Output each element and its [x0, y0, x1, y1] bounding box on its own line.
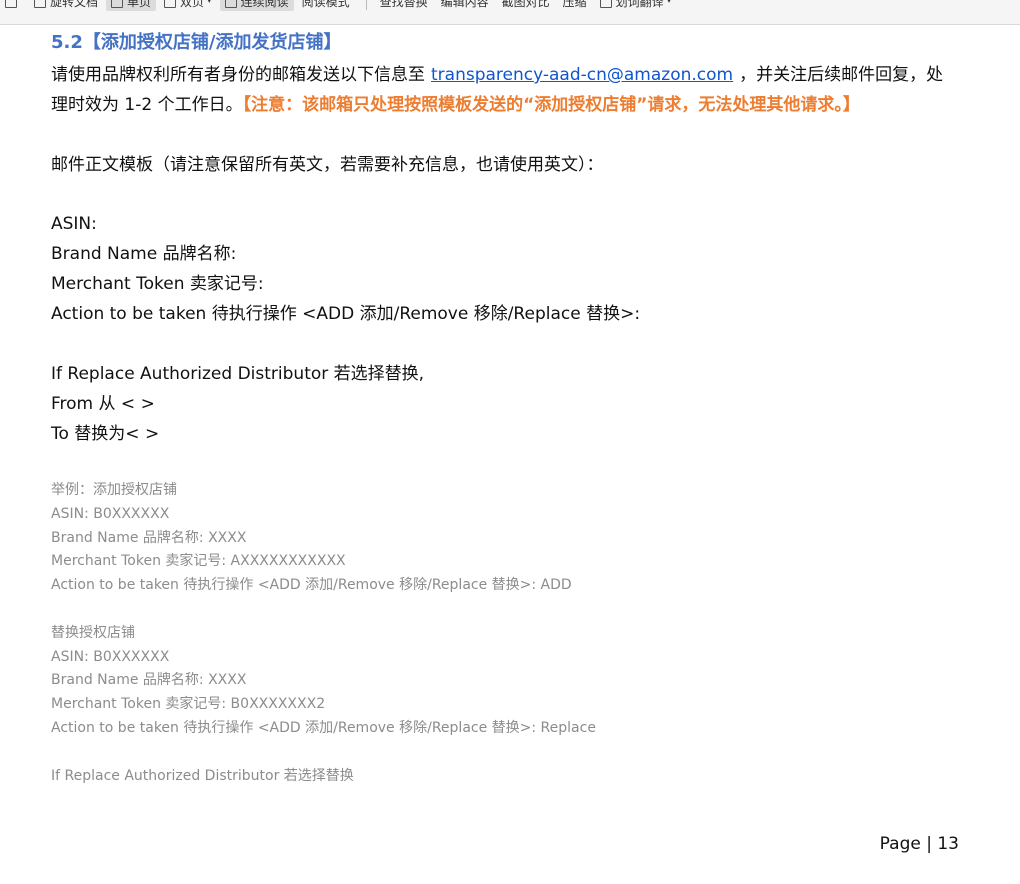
- continuous-read-button[interactable]: 连续阅读: [219, 0, 294, 11]
- template-from: From 从 < >: [51, 394, 155, 414]
- rotate-prev-button[interactable]: [0, 0, 26, 11]
- rotate-doc-label: 旋转文档: [50, 0, 99, 9]
- edit-content-button[interactable]: 编辑内容: [436, 0, 494, 11]
- section-heading: 5.2【添加授权店铺/添加发货店铺】: [51, 32, 342, 53]
- screenshot-compare-label: 截图对比: [501, 0, 550, 9]
- template-replace: If Replace Authorized Distributor 若选择替换,: [51, 364, 425, 384]
- toolbar-divider: [365, 0, 367, 10]
- translate-icon: [599, 0, 612, 8]
- document-page: 5.2【添加授权店铺/添加发货店铺】 请使用品牌权利所有者身份的邮箱发送以下信息…: [51, 30, 951, 788]
- intro-prefix: 请使用品牌权利所有者身份的邮箱发送以下信息至: [51, 65, 425, 85]
- template-brand: Brand Name 品牌名称:: [51, 244, 237, 264]
- example2-action: Action to be taken 待执行操作 <ADD 添加/Remove …: [51, 719, 596, 736]
- page-number: Page | 13: [879, 834, 959, 854]
- single-page-button[interactable]: 单页: [106, 0, 157, 11]
- compress-button[interactable]: 压缩: [558, 0, 592, 11]
- compress-label: 压缩: [562, 0, 587, 9]
- double-page-button[interactable]: 双页 ▾: [159, 0, 217, 11]
- warning-note: 【注意：该邮箱只处理按照模板发送的“添加授权店铺”请求，无法处理其他请求。】: [242, 95, 860, 115]
- rotate-doc-icon: [34, 0, 46, 8]
- find-replace-label: 查找替换: [379, 0, 428, 9]
- rotate-icon: [5, 0, 17, 8]
- email-link[interactable]: transparency-aad-cn@amazon.com: [431, 65, 733, 85]
- example2-brand: Brand Name 品牌名称: XXXX: [51, 672, 247, 689]
- example2-merchant: Merchant Token 卖家记号: B0XXXXXXX2: [51, 696, 326, 713]
- single-page-label: 单页: [127, 0, 152, 9]
- example2-asin: ASIN: B0XXXXXX: [51, 648, 170, 665]
- template-to: To 替换为< >: [51, 424, 160, 444]
- template-merchant: Merchant Token 卖家记号:: [51, 274, 264, 294]
- toolbar: 旋转文档 单页 双页 ▾ 连续阅读 阅读模式 查找替换 编辑内容 截图对比 压缩 …: [0, 0, 1020, 25]
- rotate-doc-button[interactable]: 旋转文档: [29, 0, 103, 11]
- continuous-read-icon: [224, 0, 237, 8]
- chevron-down-icon: ▾: [666, 0, 672, 6]
- find-replace-button[interactable]: 查找替换: [375, 0, 433, 11]
- example2-title: 替换授权店铺: [51, 624, 135, 641]
- double-page-label: 双页: [180, 0, 205, 9]
- reading-mode-button[interactable]: 阅读模式: [297, 0, 355, 11]
- example1-action: Action to be taken 待执行操作 <ADD 添加/Remove …: [51, 577, 572, 594]
- word-translate-label: 划词翻译: [615, 0, 664, 9]
- example1-asin: ASIN: B0XXXXXX: [51, 505, 170, 522]
- chevron-down-icon: ▾: [207, 0, 212, 6]
- example1-title: 举例：添加授权店铺: [51, 482, 177, 498]
- edit-content-label: 编辑内容: [440, 0, 489, 9]
- example2-replace: If Replace Authorized Distributor 若选择替换: [51, 767, 354, 784]
- double-page-icon: [164, 0, 177, 8]
- continuous-read-label: 连续阅读: [240, 0, 289, 9]
- screenshot-compare-button[interactable]: 截图对比: [497, 0, 555, 11]
- intro-paragraph: 请使用品牌权利所有者身份的邮箱发送以下信息至 transparency-aad-c…: [51, 60, 951, 120]
- reading-mode-label: 阅读模式: [301, 0, 350, 9]
- toolbar-items: 旋转文档 单页 双页 ▾ 连续阅读 阅读模式 查找替换 编辑内容 截图对比 压缩 …: [0, 0, 679, 11]
- word-translate-button[interactable]: 划词翻译 ▾: [595, 0, 677, 11]
- example1-brand: Brand Name 品牌名称: XXXX: [51, 529, 247, 546]
- template-title: 邮件正文模板（请注意保留所有英文，若需要补充信息，也请使用英文）：: [51, 155, 604, 175]
- template-action: Action to be taken 待执行操作 <ADD 添加/Remove …: [51, 304, 641, 324]
- single-page-icon: [111, 0, 124, 8]
- example1-merchant: Merchant Token 卖家记号: AXXXXXXXXXXX: [51, 553, 346, 570]
- template-asin: ASIN:: [51, 214, 97, 234]
